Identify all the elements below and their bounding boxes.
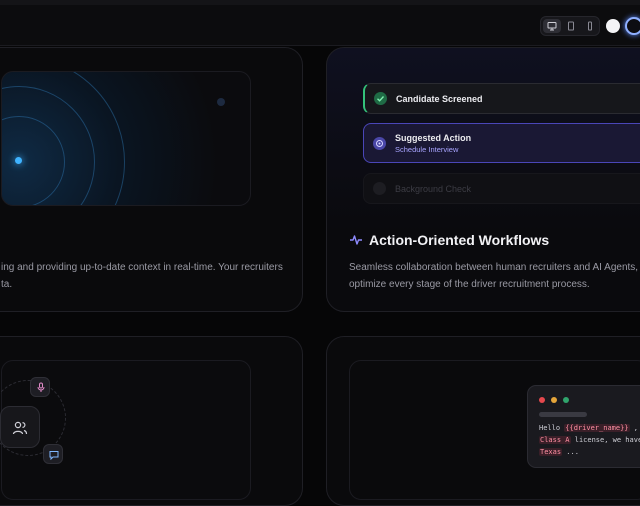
device-preview-toggle (540, 16, 600, 36)
code-text: ... (562, 448, 579, 456)
code-text: , ba (633, 424, 640, 432)
template-variable: Class A (539, 436, 571, 444)
message-template-window: Hello {{driver_name}} , ba Class A licen… (527, 385, 640, 468)
workflow-step-suggested[interactable]: Suggested Action Schedule Interview (363, 123, 640, 163)
code-text: license, we have (570, 436, 640, 444)
mobile-icon (588, 21, 592, 31)
step-sublabel: Schedule Interview (395, 145, 459, 154)
workflow-step-screened[interactable]: Candidate Screened (363, 83, 640, 114)
tablet-icon (568, 21, 574, 31)
activity-icon (350, 235, 362, 245)
code-line: Hello {{driver_name}} , ba (539, 424, 640, 432)
desktop-icon (547, 22, 557, 31)
card-description-continued: ta. (1, 279, 13, 290)
window-maximize-dot (563, 397, 569, 403)
workflow-step-background[interactable]: Background Check (363, 173, 640, 204)
code-text: Hello (539, 424, 565, 432)
dark-theme-button[interactable] (625, 17, 640, 35)
check-icon (374, 92, 387, 105)
radar-ring (2, 72, 125, 205)
users-icon (12, 421, 28, 435)
card-description: Seamless collaboration between human rec… (349, 262, 640, 273)
chat-button (43, 444, 63, 464)
template-variable: {{driver_name}} (564, 424, 630, 432)
microphone-button (30, 377, 50, 397)
mobile-view-button[interactable] (581, 19, 599, 33)
tablet-view-button[interactable] (562, 19, 580, 33)
feature-title: Action-Oriented Workflows (369, 232, 550, 248)
top-bar (0, 0, 640, 46)
card-description: ing and providing up-to-date context in … (1, 262, 283, 273)
radar-target-dot (217, 98, 225, 106)
window-close-dot (539, 397, 545, 403)
desktop-view-button[interactable] (543, 19, 561, 33)
code-line: Class A license, we have (539, 436, 640, 444)
users-hub (0, 406, 40, 448)
realtime-context-card: ing and providing up-to-date context in … (0, 47, 303, 312)
radar-visual (1, 71, 251, 206)
top-strip (0, 0, 640, 5)
light-theme-button[interactable] (606, 19, 620, 33)
code-line: Texas ... (539, 448, 579, 456)
chat-icon (49, 451, 59, 460)
radar-center-dot (15, 157, 22, 164)
pending-icon (373, 182, 386, 195)
workflows-card: Candidate Screened Suggested Action Sche… (326, 47, 640, 312)
step-label: Suggested Action (395, 133, 472, 143)
microphone-icon (37, 382, 45, 392)
window-minimize-dot (551, 397, 557, 403)
template-variable: Texas (539, 448, 563, 456)
target-icon (373, 137, 386, 150)
card-description-continued: optimize every stage of the driver recru… (349, 279, 590, 290)
code-header-bar (539, 412, 587, 417)
step-label: Candidate Screened (396, 94, 483, 104)
step-label: Background Check (395, 184, 472, 194)
